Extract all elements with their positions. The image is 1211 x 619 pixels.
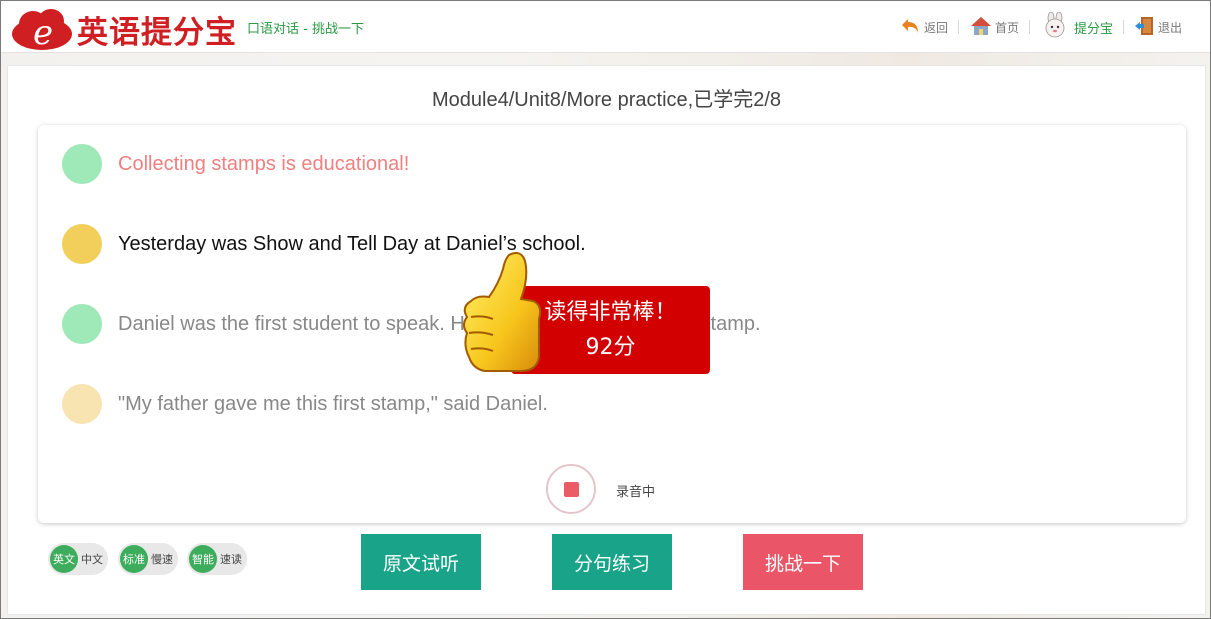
home-label: 首页 bbox=[994, 20, 1019, 35]
back-arrow-icon bbox=[900, 16, 922, 39]
header: e 英语提分宝 口语对话 - 挑战一下 返回 首页 提分宝 退出 bbox=[1, 1, 1210, 53]
speed-toggle[interactable]: 标准 慢速 bbox=[118, 543, 178, 575]
toggle-alt-label: 速读 bbox=[220, 553, 242, 566]
thumbs-up-icon bbox=[459, 247, 543, 375]
sentence-status-dot bbox=[62, 384, 102, 424]
language-toggle[interactable]: 英文 中文 bbox=[48, 543, 108, 575]
home-link[interactable]: 首页 bbox=[959, 15, 1029, 40]
sentence-item[interactable]: "My father gave me this first stamp," sa… bbox=[62, 384, 548, 424]
toggle-knob: 智能 bbox=[189, 545, 217, 573]
listen-original-button[interactable]: 原文试听 bbox=[361, 534, 481, 590]
tifenbao-link[interactable]: 提分宝 bbox=[1030, 11, 1123, 42]
toggle-knob: 标准 bbox=[120, 545, 148, 573]
toggle-knob: 英文 bbox=[50, 545, 78, 573]
top-nav: 返回 首页 提分宝 退出 bbox=[890, 11, 1192, 42]
logo-cloud-icon: e bbox=[11, 7, 73, 53]
sentence-status-dot bbox=[62, 304, 102, 344]
logout-link[interactable]: 退出 bbox=[1124, 15, 1192, 40]
sentence-practice-button[interactable]: 分句练习 bbox=[552, 534, 672, 590]
toggle-alt-label: 慢速 bbox=[151, 553, 173, 566]
home-icon bbox=[969, 15, 993, 40]
reading-mode-toggle[interactable]: 智能 速读 bbox=[187, 543, 247, 575]
sentence-text: Collecting stamps is educational! bbox=[118, 152, 410, 175]
stop-icon bbox=[564, 482, 579, 497]
sentence-text: "My father gave me this first stamp," sa… bbox=[118, 392, 548, 415]
sentence-status-dot bbox=[62, 224, 102, 264]
exit-door-icon bbox=[1134, 15, 1156, 40]
page-subtitle: 口语对话 - 挑战一下 bbox=[247, 22, 364, 37]
challenge-button[interactable]: 挑战一下 bbox=[743, 534, 863, 590]
svg-text:e: e bbox=[33, 13, 53, 51]
back-link[interactable]: 返回 bbox=[890, 16, 958, 39]
bunny-mascot-icon bbox=[1040, 11, 1072, 42]
sentence-item[interactable]: Collecting stamps is educational! bbox=[62, 144, 409, 184]
logo: e 英语提分宝 bbox=[11, 7, 237, 53]
toggle-alt-label: 中文 bbox=[81, 553, 103, 566]
back-label: 返回 bbox=[923, 20, 948, 35]
app-name: 英语提分宝 bbox=[77, 14, 237, 51]
stop-recording-button[interactable] bbox=[546, 464, 596, 514]
recording-status: 录音中 bbox=[616, 485, 656, 500]
lesson-progress-title: Module4/Unit8/More practice,已学完2/8 bbox=[431, 89, 782, 111]
sentence-status-dot bbox=[62, 144, 102, 184]
logout-label: 退出 bbox=[1157, 20, 1182, 35]
tifenbao-label: 提分宝 bbox=[1073, 21, 1113, 37]
